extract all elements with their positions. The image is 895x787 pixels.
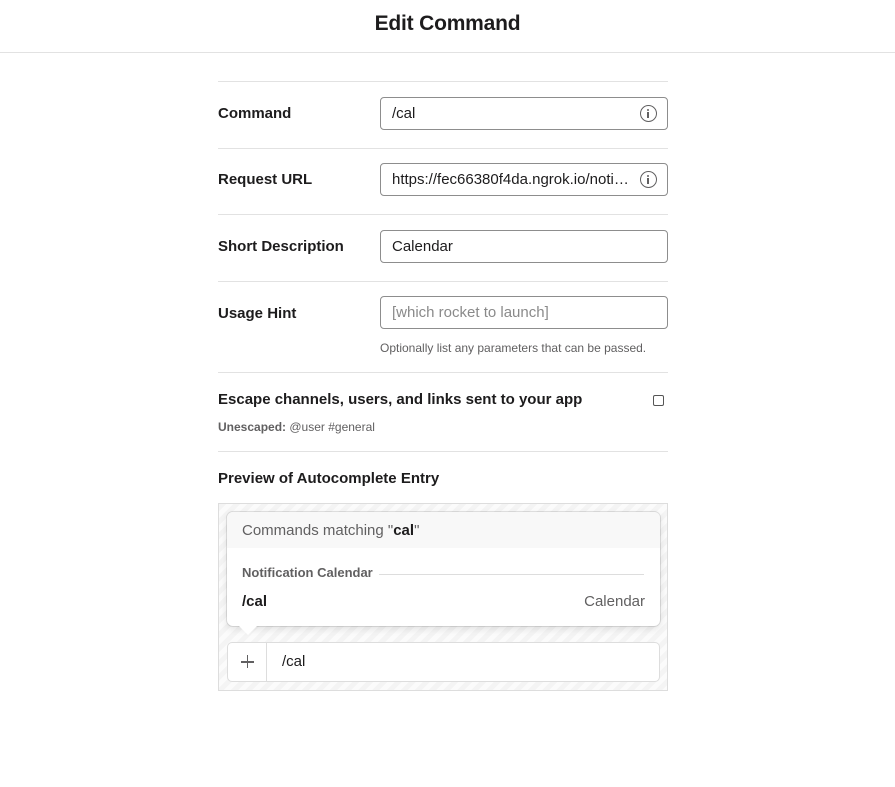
- unescaped-label: Unescaped:: [218, 420, 287, 434]
- escape-row: Escape channels, users, and links sent t…: [218, 372, 668, 452]
- escape-label: Escape channels, users, and links sent t…: [218, 391, 583, 408]
- autocomplete-preview: Commands matching "cal" Notification Cal…: [218, 503, 668, 691]
- request-url-input[interactable]: https://fec66380f4da.ngrok.io/notif…: [380, 163, 668, 196]
- matching-text: Commands matching "cal": [242, 522, 419, 539]
- command-input[interactable]: /cal: [380, 97, 668, 130]
- command-form: Command /cal Request URL https://fec6638…: [218, 81, 668, 452]
- popup-header: Commands matching "cal": [227, 512, 660, 548]
- usage-hint-placeholder: [which rocket to launch]: [392, 304, 549, 321]
- usage-hint-help: Optionally list any parameters that can …: [380, 341, 647, 355]
- short-description-row: Short Description Calendar: [218, 214, 668, 281]
- group-divider: [379, 574, 644, 575]
- request-url-row: Request URL https://fec66380f4da.ngrok.i…: [218, 148, 668, 214]
- matching-prefix: Commands matching ": [242, 522, 394, 539]
- autocomplete-popup: Commands matching "cal" Notification Cal…: [227, 512, 660, 626]
- usage-hint-input[interactable]: [which rocket to launch]: [380, 296, 668, 329]
- info-icon[interactable]: [640, 105, 657, 122]
- matching-suffix: ": [414, 522, 420, 539]
- message-composer: /cal: [227, 642, 660, 682]
- usage-hint-row: Usage Hint [which rocket to launch] Opti…: [218, 281, 668, 372]
- short-description-label: Short Description: [218, 238, 344, 255]
- composer-text: /cal: [282, 653, 306, 670]
- escape-sub: Unescaped: @user #general: [218, 420, 375, 434]
- page-header: Edit Command: [0, 0, 895, 53]
- page-title: Edit Command: [374, 12, 521, 35]
- command-value: /cal: [392, 105, 416, 122]
- popup-tail: [239, 626, 257, 635]
- short-description-input[interactable]: Calendar: [380, 230, 668, 263]
- preview-title: Preview of Autocomplete Entry: [218, 470, 440, 487]
- matching-term: cal: [393, 522, 415, 539]
- unescaped-example: @user #general: [289, 420, 375, 434]
- plus-icon[interactable]: [228, 643, 267, 681]
- info-icon[interactable]: [640, 171, 657, 188]
- short-description-value: Calendar: [392, 238, 453, 255]
- escape-checkbox[interactable]: [653, 395, 664, 406]
- usage-hint-label: Usage Hint: [218, 305, 297, 322]
- command-label: Command: [218, 105, 292, 122]
- autocomplete-command[interactable]: /cal: [242, 593, 267, 610]
- request-url-value: https://fec66380f4da.ngrok.io/notif…: [392, 171, 629, 188]
- autocomplete-description: Calendar: [584, 593, 645, 610]
- command-row: Command /cal: [218, 81, 668, 148]
- group-name: Notification Calendar: [242, 565, 373, 580]
- request-url-label: Request URL: [218, 171, 313, 188]
